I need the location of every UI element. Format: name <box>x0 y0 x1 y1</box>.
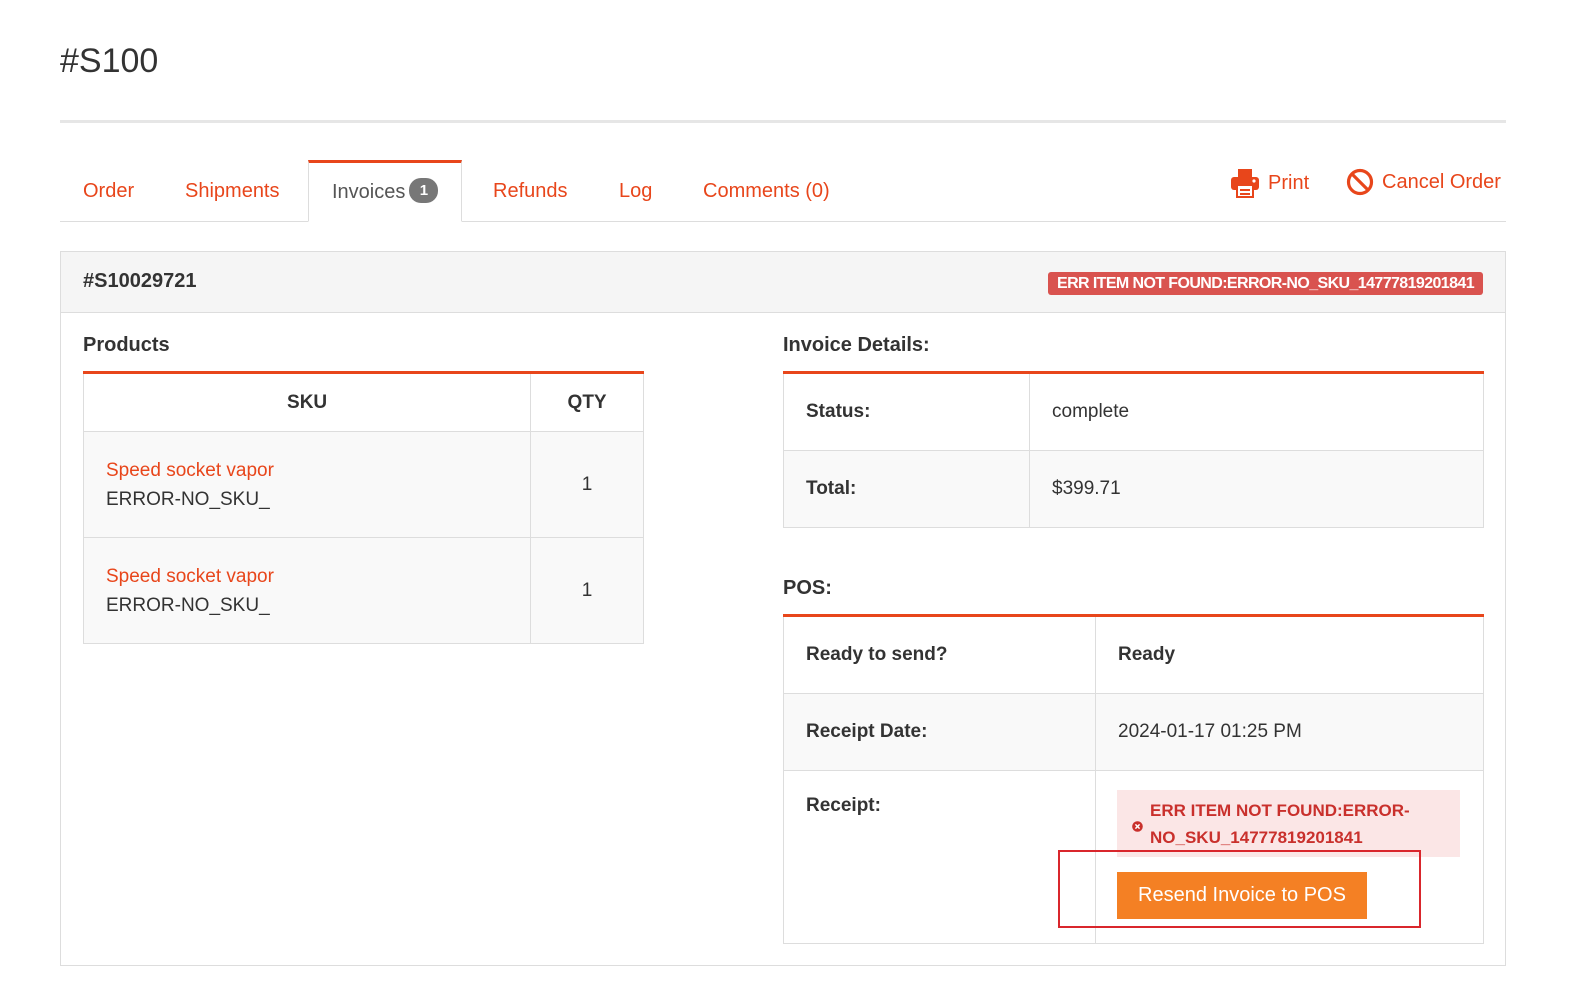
cancel-order-label: Cancel Order <box>1382 170 1501 193</box>
printer-icon <box>1230 168 1260 198</box>
error-circle-icon <box>1132 819 1143 837</box>
tab-shipments[interactable]: Shipments <box>185 160 280 221</box>
tab-invoices[interactable]: Invoices 1 <box>308 160 463 222</box>
receipt-date-value: 2024-01-17 01:25 PM <box>1095 693 1484 771</box>
ready-value: Ready <box>1095 615 1484 694</box>
ready-label: Ready to send? <box>783 615 1096 694</box>
qty-cell: 1 <box>530 537 644 644</box>
products-table: SKU QTY Speed socket vapor ERROR-NO_SKU_… <box>82 371 644 644</box>
status-value: complete <box>1029 372 1484 451</box>
title-divider <box>60 120 1506 123</box>
qty-column-header: QTY <box>530 372 644 432</box>
tab-log[interactable]: Log <box>619 160 652 221</box>
product-sku: ERROR-NO_SKU_ <box>106 594 270 616</box>
qty-cell: 1 <box>530 431 644 538</box>
product-link[interactable]: Speed socket vapor <box>106 456 529 485</box>
total-value: $399.71 <box>1029 450 1484 528</box>
highlight-annotation <box>1058 850 1421 928</box>
invoice-count-badge: 1 <box>409 178 439 204</box>
tab-comments[interactable]: Comments (0) <box>703 160 830 221</box>
receipt-error-alert: ERR ITEM NOT FOUND:ERROR-NO_SKU_14777819… <box>1117 790 1460 857</box>
print-label: Print <box>1268 171 1310 194</box>
ban-icon <box>1346 168 1374 196</box>
invoice-panel-header: #S10029721 ERR ITEM NOT FOUND:ERROR-NO_S… <box>61 252 1505 313</box>
invoice-details-title: Invoice Details: <box>783 334 930 356</box>
receipt-error-text: ERR ITEM NOT FOUND:ERROR-NO_SKU_14777819… <box>1150 801 1410 847</box>
cancel-order-button[interactable]: Cancel Order <box>1346 168 1501 196</box>
receipt-date-row: Receipt Date: 2024-01-17 01:25 PM <box>783 693 1484 771</box>
page-title: #S100 <box>60 42 159 80</box>
tab-invoices-label: Invoices <box>332 181 406 203</box>
pos-title: POS: <box>783 577 832 599</box>
status-label: Status: <box>783 372 1030 451</box>
tab-bar: Order Shipments Invoices 1 Refunds Log Co… <box>60 160 1506 222</box>
receipt-label: Receipt: <box>783 770 1096 944</box>
tab-refunds[interactable]: Refunds <box>493 160 568 221</box>
table-header-row: SKU QTY <box>82 372 644 432</box>
sku-cell: Speed socket vapor ERROR-NO_SKU_ <box>82 431 532 538</box>
sku-cell: Speed socket vapor ERROR-NO_SKU_ <box>82 537 532 644</box>
invoice-details-table: Status: complete Total: $399.71 <box>783 371 1484 528</box>
receipt-date-label: Receipt Date: <box>783 693 1096 771</box>
invoice-id: #S10029721 <box>83 270 197 292</box>
total-label: Total: <box>783 450 1030 528</box>
print-button[interactable]: Print <box>1230 168 1309 198</box>
sku-column-header: SKU <box>82 372 532 432</box>
table-row: Speed socket vapor ERROR-NO_SKU_ 1 <box>82 431 644 538</box>
tab-order[interactable]: Order <box>83 160 134 221</box>
status-row: Status: complete <box>783 372 1484 451</box>
table-row: Speed socket vapor ERROR-NO_SKU_ 1 <box>82 537 644 644</box>
product-sku: ERROR-NO_SKU_ <box>106 488 270 510</box>
product-link[interactable]: Speed socket vapor <box>106 562 529 591</box>
ready-row: Ready to send? Ready <box>783 615 1484 694</box>
error-badge: ERR ITEM NOT FOUND:ERROR-NO_SKU_14777819… <box>1048 272 1483 295</box>
products-title: Products <box>83 334 170 356</box>
total-row: Total: $399.71 <box>783 450 1484 528</box>
